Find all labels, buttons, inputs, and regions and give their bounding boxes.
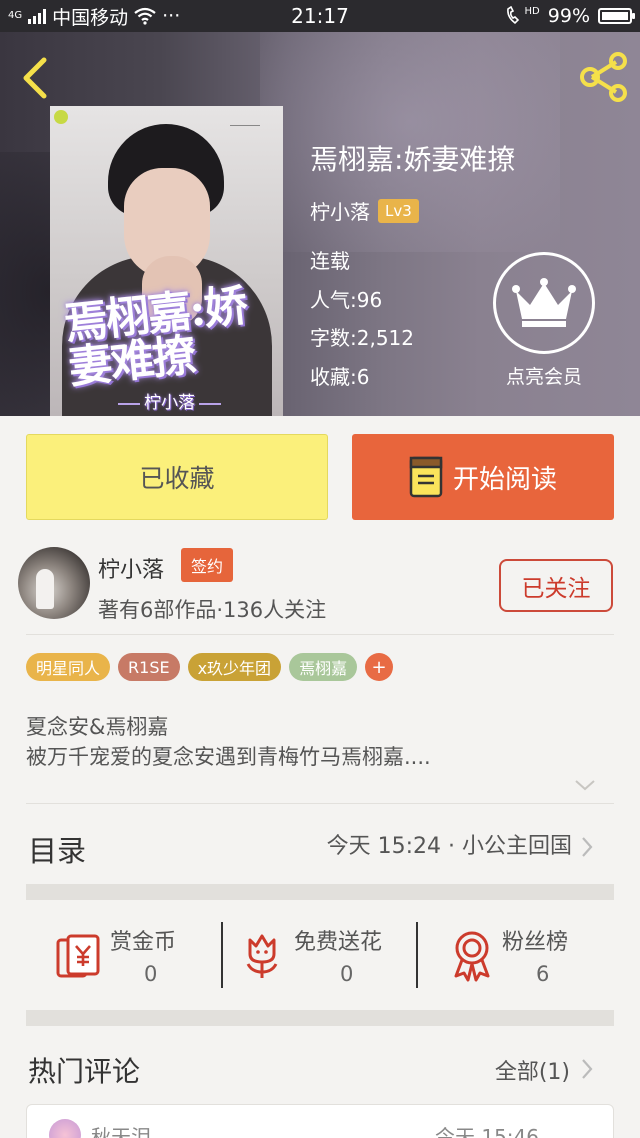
vip-label: 点亮会员 (505, 366, 582, 388)
favorites-value: 6 (356, 364, 370, 389)
divider (416, 922, 418, 988)
chevron-left-icon (23, 57, 47, 99)
section-separator (26, 884, 614, 900)
battery-icon (598, 8, 635, 24)
all-comments-link[interactable]: 全部(1) (495, 1054, 570, 1086)
status-bar: 4G 中国移动 ··· 21:17 HD 99% (0, 0, 640, 32)
collected-label: 已收藏 (139, 464, 215, 493)
synopsis-line: 被万千宠爱的夏念安遇到青梅竹马焉栩嘉.... (26, 745, 431, 769)
coin-reward-count: 0 (144, 962, 158, 986)
share-icon (580, 52, 627, 102)
table-of-contents-row[interactable]: 目录 今天 15:24 · 小公主回国 (0, 814, 640, 880)
free-flower-label: 免费送花 (294, 930, 383, 955)
tag-item[interactable]: R1SE (118, 653, 180, 681)
divider (26, 803, 614, 804)
crown-icon (512, 278, 576, 327)
vip-button[interactable]: 点亮会员 (492, 252, 596, 389)
coin-reward-label: 赏金币 (110, 930, 177, 955)
follow-label: 已关注 (521, 575, 591, 602)
toc-label: 目录 (28, 834, 87, 868)
book-title: 焉栩嘉:娇妻难撩 (310, 143, 516, 176)
red-envelope-icon (56, 934, 100, 978)
coin-reward-button[interactable]: 赏金币 0 (54, 924, 214, 990)
comment-time: 今天 15:46 (435, 1125, 539, 1138)
book-detail-page: 4G 中国移动 ··· 21:17 HD 99% 焉栩嘉:娇妻难撩 柠小落 焉栩… (0, 0, 640, 1138)
collected-button[interactable]: 已收藏 (26, 434, 328, 520)
favorites-stat: 收藏:6 (310, 358, 414, 397)
comment-card[interactable]: 秋天泪 今天 15:46 (26, 1104, 614, 1138)
free-flower-count: 0 (340, 962, 354, 986)
publisher-logo-icon (54, 110, 68, 124)
commenter-name[interactable]: 秋天泪 (91, 1121, 151, 1138)
fan-ranking-label: 粉丝榜 (502, 930, 569, 955)
latest-chapter: 今天 15:24 · 小公主回国 (326, 834, 572, 859)
free-flower-button[interactable]: 免费送花 0 (242, 924, 412, 990)
cover-author: 柠小落 (114, 388, 225, 413)
divider (221, 922, 223, 988)
chevron-down-icon[interactable] (574, 778, 596, 792)
medal-icon (454, 931, 490, 982)
author-stats: 著有6部作品·136人关注 (98, 598, 327, 622)
chevron-right-icon (582, 837, 593, 857)
add-tag-button[interactable]: + (365, 653, 394, 681)
wifi-icon (134, 7, 156, 25)
word-count-label: 字数: (310, 326, 357, 350)
tag-item[interactable]: 明星同人 (26, 653, 111, 681)
tag-item[interactable]: x玖少年团 (187, 653, 282, 681)
network-type: 4G (8, 10, 23, 21)
chevron-right-icon[interactable] (580, 1058, 594, 1080)
cover-signature (230, 116, 260, 126)
signed-badge: 签约 (181, 548, 234, 582)
reward-actions: 赏金币 0 免费送花 0 粉丝榜 6 (0, 906, 640, 1006)
book-cover[interactable]: 焉栩嘉:娇妻难撩 柠小落 (50, 106, 283, 416)
popularity-value: 96 (356, 287, 383, 312)
section-separator (26, 1010, 614, 1026)
flower-icon (246, 934, 278, 978)
back-button[interactable] (14, 54, 54, 100)
author-level-badge: Lv3 (378, 198, 419, 223)
tag-list: 明星同人 R1SE x玖少年团 焉栩嘉 + (26, 653, 394, 681)
book-meta: 连载 人气:96 字数:2,512 收藏:6 (310, 242, 414, 396)
word-count-value: 2,512 (356, 326, 415, 350)
popularity-label: 人气: (310, 287, 357, 312)
follow-button[interactable]: 已关注 (499, 559, 613, 612)
book-header: 焉栩嘉:娇妻难撩 柠小落 焉栩嘉:娇妻难撩 柠小落 Lv3 连载 人气:96 字… (0, 32, 640, 416)
hd-label: HD (524, 5, 540, 17)
carrier-name: 中国移动 (52, 6, 129, 29)
fan-ranking-button[interactable]: 粉丝榜 6 (450, 924, 590, 990)
hot-comments-title: 热门评论 (28, 1055, 141, 1088)
author-avatar[interactable] (18, 547, 90, 619)
popularity-stat: 人气:96 (310, 281, 414, 320)
serial-status: 连载 (310, 249, 350, 273)
battery-percent: 99% (547, 5, 590, 27)
start-reading-label: 开始阅读 (452, 464, 557, 495)
synopsis-line: 夏念安&焉栩嘉 (26, 715, 169, 739)
vip-circle (493, 252, 595, 354)
fan-ranking-count: 6 (536, 962, 550, 986)
signal-icon (28, 8, 47, 24)
author-row: 柠小落 Lv3 (310, 196, 419, 225)
divider (26, 634, 614, 635)
book-icon (409, 456, 443, 498)
hd-call-icon (506, 6, 519, 25)
author-name[interactable]: 柠小落 (310, 196, 370, 225)
favorites-label: 收藏: (310, 364, 357, 389)
tag-item[interactable]: 焉栩嘉 (289, 653, 358, 681)
synopsis: 夏念安&焉栩嘉 被万千宠爱的夏念安遇到青梅竹马焉栩嘉.... (26, 712, 431, 772)
commenter-avatar[interactable] (49, 1119, 81, 1138)
more-indicator: ··· (162, 5, 181, 27)
share-button[interactable] (578, 52, 630, 102)
start-reading-button[interactable]: 开始阅读 (352, 434, 614, 520)
avatar-figure (36, 569, 54, 609)
author-card-name[interactable]: 柠小落 (98, 552, 164, 584)
word-count-stat: 字数:2,512 (310, 319, 414, 358)
